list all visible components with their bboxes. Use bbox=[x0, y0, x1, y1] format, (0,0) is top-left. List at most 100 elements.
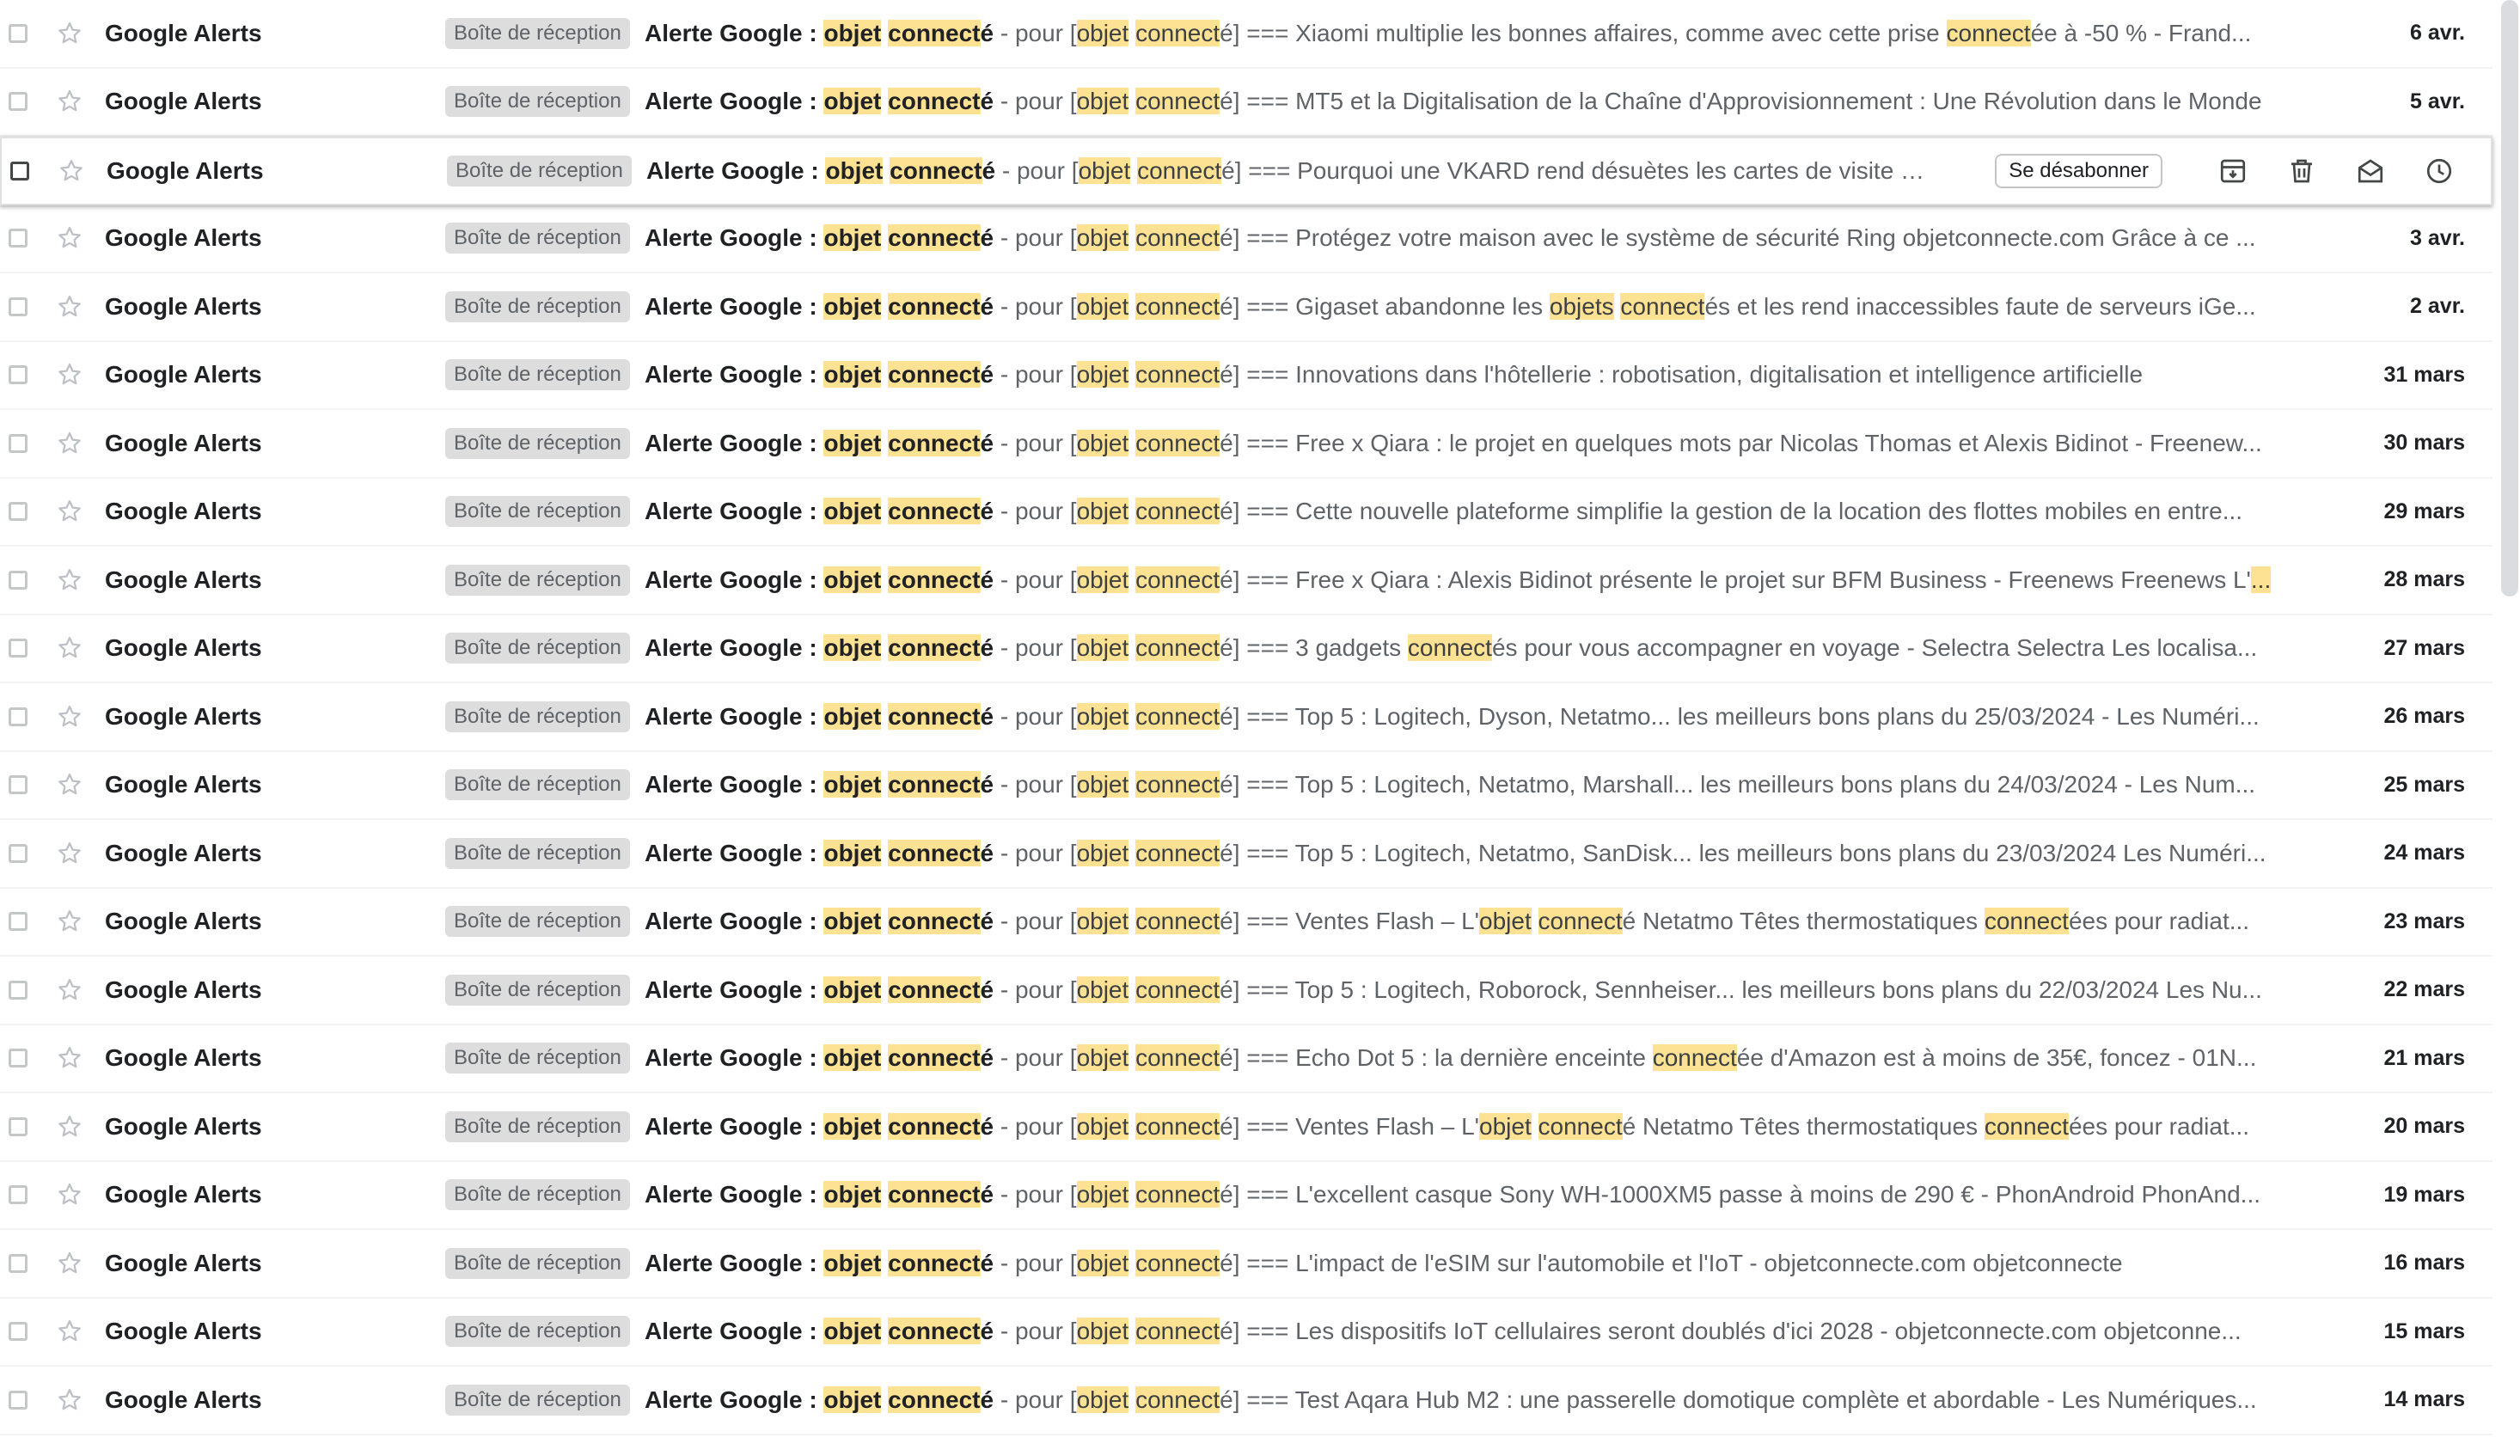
email-row[interactable]: Google Alerts Boîte de réception Alerte … bbox=[0, 68, 2492, 137]
email-row[interactable]: Google Alerts Boîte de réception Alerte … bbox=[0, 410, 2492, 479]
checkbox-icon[interactable] bbox=[10, 161, 29, 180]
email-row[interactable]: Google Alerts Boîte de réception Alerte … bbox=[0, 205, 2492, 273]
checkbox-icon[interactable] bbox=[9, 1116, 28, 1136]
email-row[interactable]: Google Alerts Boîte de réception Alerte … bbox=[0, 683, 2492, 752]
checkbox-icon[interactable] bbox=[9, 843, 28, 863]
checkbox-icon[interactable] bbox=[9, 1322, 28, 1342]
email-row[interactable]: Google Alerts Boîte de réception Alerte … bbox=[0, 137, 2492, 205]
email-row[interactable]: Google Alerts Boîte de réception Alerte … bbox=[0, 1298, 2492, 1367]
inbox-label-chip[interactable]: Boîte de réception bbox=[445, 837, 630, 869]
email-row[interactable]: Google Alerts Boîte de réception Alerte … bbox=[0, 957, 2492, 1025]
inbox-label-chip[interactable]: Boîte de réception bbox=[447, 155, 632, 187]
archive-icon[interactable] bbox=[2199, 152, 2267, 190]
text-segment bbox=[1130, 157, 1137, 184]
inbox-label-chip[interactable]: Boîte de réception bbox=[445, 564, 630, 596]
email-row[interactable]: Google Alerts Boîte de réception Alerte … bbox=[0, 820, 2492, 889]
star-icon[interactable] bbox=[55, 1180, 84, 1209]
star-icon[interactable] bbox=[55, 292, 84, 321]
star-icon[interactable] bbox=[55, 497, 84, 526]
email-row[interactable]: Google Alerts Boîte de réception Alerte … bbox=[0, 0, 2492, 69]
checkbox-icon[interactable] bbox=[9, 707, 28, 726]
inbox-label-chip[interactable]: Boîte de réception bbox=[445, 700, 630, 732]
checkbox-icon[interactable] bbox=[9, 1253, 28, 1273]
checkbox-icon[interactable] bbox=[9, 1185, 28, 1205]
star-icon[interactable] bbox=[55, 1043, 84, 1073]
email-row[interactable]: Google Alerts Boîte de réception Alerte … bbox=[0, 547, 2492, 615]
text-segment: ées pour radiat... bbox=[2068, 1112, 2250, 1140]
star-icon[interactable] bbox=[55, 87, 84, 116]
email-row[interactable]: Google Alerts Boîte de réception Alerte … bbox=[0, 615, 2492, 683]
inbox-label-chip[interactable]: Boîte de réception bbox=[445, 633, 630, 664]
star-icon[interactable] bbox=[55, 770, 84, 799]
star-icon[interactable] bbox=[55, 1249, 84, 1278]
star-icon[interactable] bbox=[55, 566, 84, 595]
email-row[interactable]: Google Alerts Boîte de réception Alerte … bbox=[0, 1230, 2492, 1299]
email-row[interactable]: Google Alerts Boîte de réception Alerte … bbox=[0, 1367, 2492, 1435]
inbox-label-chip[interactable]: Boîte de réception bbox=[445, 1384, 630, 1416]
checkbox-icon[interactable] bbox=[9, 23, 28, 43]
star-icon[interactable] bbox=[55, 702, 84, 731]
email-row[interactable]: Google Alerts Boîte de réception Alerte … bbox=[0, 1093, 2492, 1162]
inbox-label-chip[interactable]: Boîte de réception bbox=[445, 974, 630, 1006]
text-segment bbox=[881, 634, 888, 661]
search-highlight: connect bbox=[888, 771, 981, 798]
star-icon[interactable] bbox=[57, 156, 86, 186]
star-icon[interactable] bbox=[55, 223, 84, 253]
checkbox-icon[interactable] bbox=[9, 570, 28, 590]
email-row[interactable]: Google Alerts Boîte de réception Alerte … bbox=[0, 888, 2492, 957]
text-segment: Alerte Google : bbox=[646, 156, 826, 184]
email-subject: Alerte Google : objet connecté bbox=[645, 88, 994, 115]
star-icon[interactable] bbox=[55, 907, 84, 936]
checkbox-icon[interactable] bbox=[9, 1049, 28, 1068]
star-icon[interactable] bbox=[55, 360, 84, 389]
star-icon[interactable] bbox=[55, 1112, 84, 1141]
checkbox-icon[interactable] bbox=[9, 297, 28, 316]
clock-icon[interactable] bbox=[2405, 152, 2474, 190]
inbox-label-chip[interactable]: Boîte de réception bbox=[445, 496, 630, 528]
email-row[interactable]: Google Alerts Boîte de réception Alerte … bbox=[0, 1025, 2492, 1093]
text-segment: é Netatmo Têtes thermostatiques bbox=[1622, 1112, 1985, 1140]
sender-name: Google Alerts bbox=[105, 1249, 262, 1276]
inbox-label-chip[interactable]: Boîte de réception bbox=[445, 223, 630, 254]
star-icon[interactable] bbox=[55, 429, 84, 458]
unsubscribe-button[interactable]: Se désabonner bbox=[1995, 153, 2162, 188]
star-icon[interactable] bbox=[55, 19, 84, 48]
checkbox-icon[interactable] bbox=[9, 502, 28, 522]
email-row[interactable]: Google Alerts Boîte de réception Alerte … bbox=[0, 273, 2492, 342]
trash-icon[interactable] bbox=[2267, 152, 2336, 190]
star-icon[interactable] bbox=[55, 1386, 84, 1415]
checkbox-icon[interactable] bbox=[9, 639, 28, 658]
checkbox-icon[interactable] bbox=[9, 912, 28, 932]
search-highlight: objet bbox=[1076, 292, 1129, 320]
inbox-label-chip[interactable]: Boîte de réception bbox=[445, 427, 630, 459]
checkbox-icon[interactable] bbox=[9, 365, 28, 385]
inbox-label-chip[interactable]: Boîte de réception bbox=[445, 1316, 630, 1348]
inbox-label-chip[interactable]: Boîte de réception bbox=[445, 86, 630, 118]
email-row[interactable]: Google Alerts Boîte de réception Alerte … bbox=[0, 341, 2492, 410]
email-row[interactable]: Google Alerts Boîte de réception Alerte … bbox=[0, 751, 2492, 820]
checkbox-icon[interactable] bbox=[9, 92, 28, 112]
inbox-label-chip[interactable]: Boîte de réception bbox=[445, 1247, 630, 1279]
star-icon[interactable] bbox=[55, 633, 84, 663]
inbox-label-chip[interactable]: Boîte de réception bbox=[445, 769, 630, 801]
checkbox-icon[interactable] bbox=[9, 1390, 28, 1410]
inbox-label-chip[interactable]: Boîte de réception bbox=[445, 906, 630, 938]
scrollbar[interactable] bbox=[2501, 0, 2518, 596]
inbox-label-chip[interactable]: Boîte de réception bbox=[445, 17, 630, 49]
inbox-label-chip[interactable]: Boîte de réception bbox=[445, 1179, 630, 1211]
inbox-label-chip[interactable]: Boîte de réception bbox=[445, 359, 630, 391]
inbox-label-chip[interactable]: Boîte de réception bbox=[445, 1043, 630, 1074]
checkbox-icon[interactable] bbox=[9, 980, 28, 1000]
email-row[interactable]: Google Alerts Boîte de réception Alerte … bbox=[0, 1161, 2492, 1230]
search-highlight: objet bbox=[823, 976, 882, 1003]
envelope-icon[interactable] bbox=[2336, 152, 2405, 190]
star-icon[interactable] bbox=[55, 839, 84, 868]
checkbox-icon[interactable] bbox=[9, 433, 28, 453]
checkbox-icon[interactable] bbox=[9, 775, 28, 795]
inbox-label-chip[interactable]: Boîte de réception bbox=[445, 1110, 630, 1142]
star-icon[interactable] bbox=[55, 1317, 84, 1346]
inbox-label-chip[interactable]: Boîte de réception bbox=[445, 291, 630, 322]
checkbox-icon[interactable] bbox=[9, 229, 28, 248]
email-row[interactable]: Google Alerts Boîte de réception Alerte … bbox=[0, 478, 2492, 547]
star-icon[interactable] bbox=[55, 976, 84, 1005]
